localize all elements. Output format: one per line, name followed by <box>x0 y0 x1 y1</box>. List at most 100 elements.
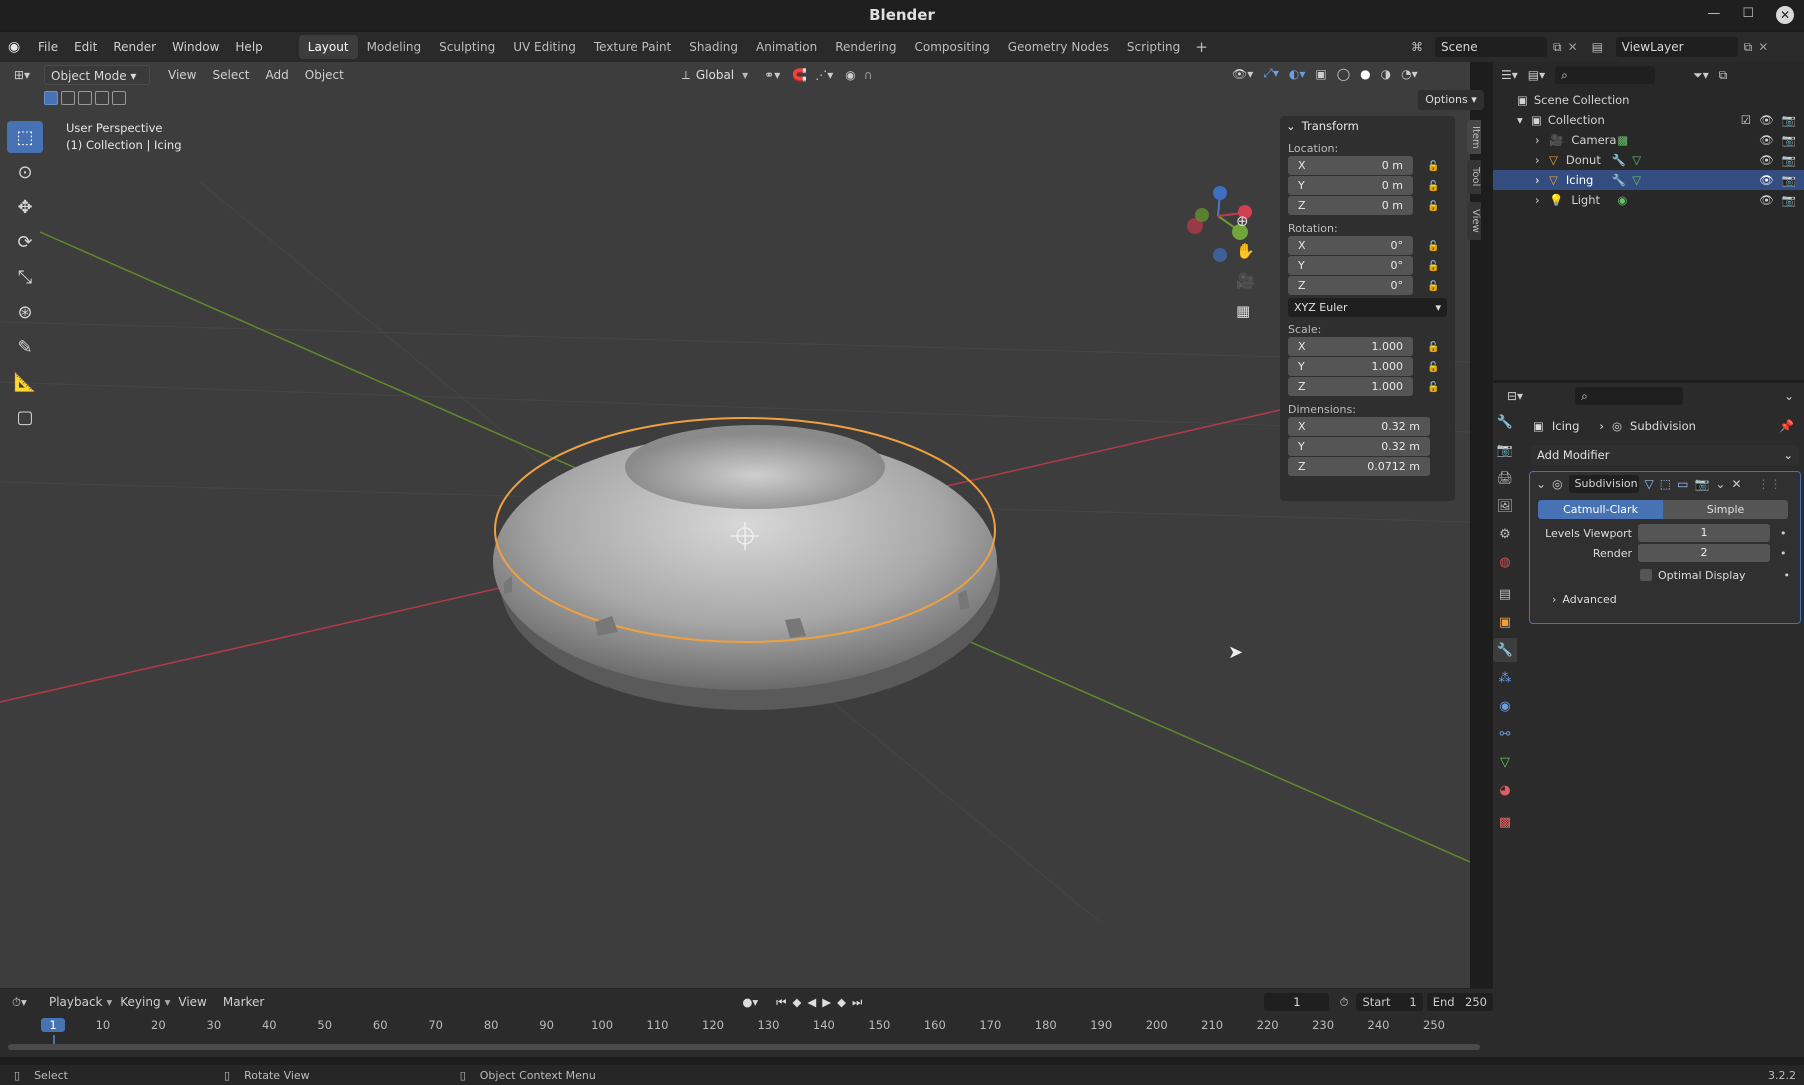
camera-render-icon[interactable]: 📷 <box>1782 113 1796 127</box>
outliner-collection[interactable]: ▾ ▣ Collection ☑ 👁 📷 <box>1493 110 1804 130</box>
visibility-icon[interactable]: 👁▾ <box>1232 67 1253 81</box>
lock-icon[interactable]: 🔓 <box>1427 382 1441 393</box>
add-workspace-icon[interactable]: + <box>1195 38 1208 56</box>
prev-keyframe-icon[interactable]: ◆ <box>793 995 802 1009</box>
add-cube-tool-icon[interactable]: ▢ <box>7 401 43 433</box>
filter-icon[interactable]: ⏷▾ <box>1693 68 1709 83</box>
levels-viewport-field[interactable]: 1 <box>1638 524 1770 542</box>
maximize-icon[interactable]: ☐ <box>1742 6 1754 24</box>
scene-props-icon[interactable]: ⚙ <box>1493 522 1517 546</box>
mesh-data-icon[interactable]: ▽ <box>1632 153 1641 167</box>
jump-start-icon[interactable]: ⏮ <box>776 995 786 1010</box>
solid-shading-icon[interactable]: ● <box>1360 67 1370 81</box>
lock-icon[interactable]: 🔓 <box>1427 181 1441 192</box>
camera-data-icon[interactable]: ▩ <box>1617 133 1628 147</box>
falloff-icon[interactable]: ∩ <box>864 68 873 82</box>
data-props-icon[interactable]: ▽ <box>1493 750 1517 774</box>
orientation-dropdown[interactable]: Global <box>696 68 734 82</box>
3d-viewport[interactable]: User Perspective (1) Collection | Icing … <box>0 62 1470 988</box>
camera-view-icon[interactable]: 🎥 <box>1236 266 1255 296</box>
tab-modeling[interactable]: Modeling <box>358 35 431 59</box>
eye-icon[interactable]: 👁 <box>1759 173 1774 187</box>
cage-toggle-icon[interactable]: ⬚ <box>1660 477 1671 491</box>
lock-icon[interactable]: 🔓 <box>1427 261 1441 272</box>
blender-logo-icon[interactable]: ◉ <box>8 39 30 55</box>
ortho-grid-icon[interactable]: ▦ <box>1236 296 1255 326</box>
jump-end-icon[interactable]: ⏭ <box>852 995 862 1010</box>
exclude-checkbox[interactable]: ☑ <box>1741 113 1751 127</box>
physics-props-icon[interactable]: ◉ <box>1493 694 1517 718</box>
catmull-clark-button[interactable]: Catmull-Clark <box>1538 500 1663 519</box>
display-mode-icon[interactable]: ▤▾ <box>1528 68 1545 82</box>
lock-icon[interactable]: 🔓 <box>1427 362 1441 373</box>
collection-props-icon[interactable]: ▤ <box>1493 582 1517 606</box>
select-invert-icon[interactable] <box>95 91 109 105</box>
viewport-menu-add[interactable]: Add <box>258 62 297 88</box>
tab-rendering[interactable]: Rendering <box>826 35 905 59</box>
tab-view[interactable]: View <box>1467 202 1481 240</box>
remove-view-layer-icon[interactable]: ✕ <box>1758 40 1768 54</box>
render-toggle-icon[interactable]: 📷 <box>1694 477 1709 491</box>
expand-icon[interactable]: › <box>1535 173 1549 187</box>
gizmo-icon[interactable]: ⤢▾ <box>1263 66 1279 81</box>
new-scene-icon[interactable]: ⧉ <box>1553 40 1562 55</box>
overlay-icon[interactable]: ◐▾ <box>1289 67 1306 81</box>
camera-render-icon[interactable]: 📷 <box>1782 193 1796 207</box>
end-frame-field[interactable]: End 250 <box>1426 993 1493 1011</box>
timeline-menu-view[interactable]: View <box>170 989 214 1015</box>
tab-layout[interactable]: Layout <box>298 35 358 59</box>
tab-sculpting[interactable]: Sculpting <box>430 35 504 59</box>
location-y-field[interactable]: Y 0 m <box>1288 176 1413 195</box>
outliner-item-icing[interactable]: › ▽ Icing 🔧 ▽ 👁 📷 <box>1493 170 1804 190</box>
scene-name-field[interactable]: Scene <box>1435 37 1547 57</box>
eye-icon[interactable]: 👁 <box>1759 153 1774 167</box>
rendered-shading-icon[interactable]: ◔▾ <box>1401 67 1418 81</box>
eye-icon[interactable]: 👁 <box>1759 193 1774 207</box>
lock-icon[interactable]: 🔓 <box>1427 241 1441 252</box>
tab-geometry-nodes[interactable]: Geometry Nodes <box>999 35 1118 59</box>
viewport-menu-object[interactable]: Object <box>297 62 352 88</box>
editor-type-icon[interactable]: ⊞▾ <box>14 68 44 82</box>
outliner-scene-collection[interactable]: ▣ Scene Collection <box>1493 90 1804 110</box>
modifier-icon[interactable]: 🔧 <box>1612 153 1626 167</box>
light-data-icon[interactable]: ◉ <box>1617 193 1627 207</box>
xray-icon[interactable]: ▣ <box>1315 67 1326 81</box>
wireframe-shading-icon[interactable]: ◯ <box>1337 67 1350 81</box>
outliner-item-light[interactable]: › 💡 Light ◉ 👁 📷 <box>1493 190 1804 210</box>
keyframe-dot-icon[interactable]: • <box>1784 569 1791 582</box>
lock-icon[interactable]: 🔓 <box>1427 342 1441 353</box>
remove-scene-icon[interactable]: ✕ <box>1568 40 1578 54</box>
timeline-scrollbar[interactable] <box>8 1044 1480 1050</box>
close-icon[interactable]: ✕ <box>1776 6 1794 24</box>
viewport-menu-select[interactable]: Select <box>204 62 257 88</box>
lock-icon[interactable]: 🔓 <box>1427 281 1441 292</box>
drag-handle-icon[interactable]: ⋮⋮ <box>1758 477 1782 491</box>
modifier-collapse-icon[interactable]: ⌄ <box>1536 477 1546 491</box>
pan-hand-icon[interactable]: ✋ <box>1236 236 1255 266</box>
view-layer-field[interactable]: ViewLayer <box>1615 37 1738 57</box>
rotation-mode-dropdown[interactable]: XYZ Euler ▾ <box>1288 298 1447 317</box>
simple-button[interactable]: Simple <box>1663 500 1788 519</box>
view-layer-props-icon[interactable]: 🖼 <box>1493 494 1517 518</box>
location-x-field[interactable]: X 0 m <box>1288 156 1413 175</box>
particles-props-icon[interactable]: ⁂ <box>1493 666 1517 690</box>
modifier-icon[interactable]: 🔧 <box>1612 173 1626 187</box>
select-new-icon[interactable] <box>44 91 58 105</box>
eye-icon[interactable]: 👁 <box>1759 133 1774 147</box>
frame-ruler[interactable]: 1 10 20 30 40 50 60 70 80 90 100 110 120 130 140 150 160… <box>0 1015 1493 1049</box>
properties-search-input[interactable]: ⌕ <box>1575 387 1684 405</box>
preview-range-icon[interactable]: ⏱ <box>1339 995 1348 1010</box>
camera-render-icon[interactable]: 📷 <box>1782 153 1796 167</box>
rotation-y-field[interactable]: Y 0° <box>1288 256 1413 275</box>
material-props-icon[interactable]: ◕ <box>1493 778 1517 802</box>
menu-edit[interactable]: Edit <box>66 32 105 62</box>
modifier-name-field[interactable]: Subdivision <box>1568 475 1639 493</box>
expand-icon[interactable]: › <box>1535 153 1549 167</box>
tool-props-icon[interactable]: 🔧 <box>1493 410 1517 434</box>
proportional-edit-icon[interactable]: ◉ <box>845 68 855 82</box>
dimensions-z-field[interactable]: Z 0.0712 m <box>1288 457 1430 476</box>
keyframe-dot-icon[interactable]: • <box>1780 527 1787 540</box>
scale-x-field[interactable]: X 1.000 <box>1288 337 1413 356</box>
modifier-props-icon[interactable]: 🔧 <box>1493 638 1517 662</box>
snap-icon[interactable]: 🧲 <box>792 68 807 82</box>
